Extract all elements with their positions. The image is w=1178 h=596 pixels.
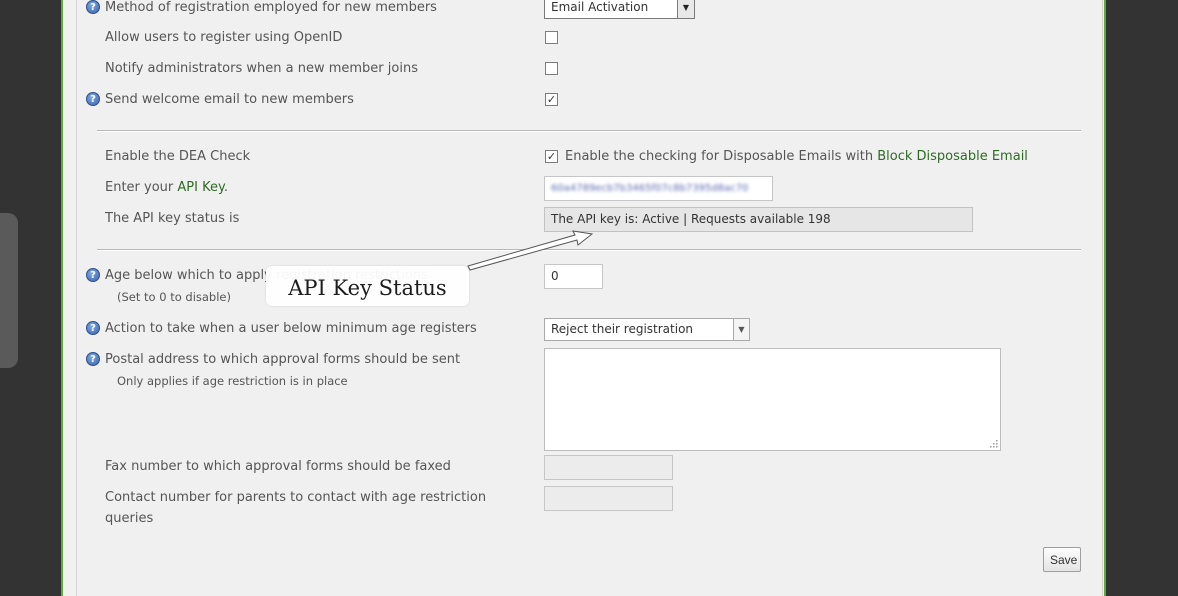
postal-address-hint: Only applies if age restriction is in pl… xyxy=(117,374,348,388)
dea-checkbox-caption: Enable the checking for Disposable Email… xyxy=(565,149,874,164)
dea-enable-label: Enable the DEA Check xyxy=(105,149,251,164)
contact-number-input[interactable] xyxy=(544,486,673,511)
dea-checkbox-text: Enable the checking for Disposable Email… xyxy=(565,149,1028,164)
callout-arrow xyxy=(467,230,594,271)
api-key-label-suffix: . xyxy=(223,180,228,195)
openid-label: Allow users to register using OpenID xyxy=(105,30,343,45)
contact-number-label-cont: queries xyxy=(105,511,154,526)
registration-method-label: Method of registration employed for new … xyxy=(105,0,437,15)
help-icon[interactable]: ? xyxy=(86,352,100,366)
fax-number-label: Fax number to which approval forms shoul… xyxy=(105,459,451,474)
api-key-value: 60a4789ecb7b3465f07c8b7395d8ac70 xyxy=(551,183,749,194)
api-status-field: The API key is: Active | Requests availa… xyxy=(544,207,973,232)
save-button[interactable]: Save xyxy=(1043,547,1081,572)
resize-grip-icon[interactable] xyxy=(988,438,998,448)
registration-method-select[interactable]: Email Activation ▼ xyxy=(544,0,695,19)
help-icon[interactable]: ? xyxy=(86,321,100,335)
registration-method-value: Email Activation xyxy=(551,0,649,14)
contact-number-label: Contact number for parents to contact wi… xyxy=(105,490,487,505)
welcome-email-checkbox[interactable]: ✓ xyxy=(545,93,558,106)
section-divider xyxy=(97,130,1081,132)
help-icon[interactable]: ? xyxy=(86,92,100,106)
age-action-label: Action to take when a user below minimum… xyxy=(105,321,477,336)
api-key-input[interactable]: 60a4789ecb7b3465f07c8b7395d8ac70 xyxy=(544,176,773,201)
openid-checkbox[interactable] xyxy=(545,31,558,44)
postal-address-label: Postal address to which approval forms s… xyxy=(105,352,461,367)
notify-admins-checkbox[interactable] xyxy=(545,62,558,75)
welcome-email-label: Send welcome email to new members xyxy=(105,92,354,107)
help-icon[interactable]: ? xyxy=(86,268,100,282)
api-key-label: Enter your API Key. xyxy=(105,180,228,195)
check-icon: ✓ xyxy=(546,93,557,106)
chevron-down-icon[interactable]: ▼ xyxy=(677,0,694,18)
chevron-down-icon[interactable]: ▼ xyxy=(733,319,749,340)
dea-checkbox[interactable]: ✓ xyxy=(545,150,558,163)
notify-admins-label: Notify administrators when a new member … xyxy=(105,61,418,76)
api-key-label-prefix: Enter your xyxy=(105,180,174,195)
block-disposable-email-link[interactable]: Block Disposable Email xyxy=(877,149,1028,164)
side-panel-tab[interactable] xyxy=(0,213,18,368)
api-status-label: The API key status is xyxy=(105,211,240,226)
age-action-value: Reject their registration xyxy=(551,322,694,336)
api-key-link[interactable]: API Key xyxy=(177,180,223,195)
help-icon[interactable]: ? xyxy=(86,0,100,14)
age-action-select[interactable]: Reject their registration ▼ xyxy=(544,318,750,341)
api-status-value: The API key is: Active | Requests availa… xyxy=(551,212,831,226)
age-restriction-hint: (Set to 0 to disable) xyxy=(117,290,231,304)
postal-address-textarea[interactable] xyxy=(544,348,1001,451)
fax-number-input[interactable] xyxy=(544,455,673,480)
api-key-status-callout: API Key Status xyxy=(266,266,469,306)
check-icon: ✓ xyxy=(546,150,557,163)
